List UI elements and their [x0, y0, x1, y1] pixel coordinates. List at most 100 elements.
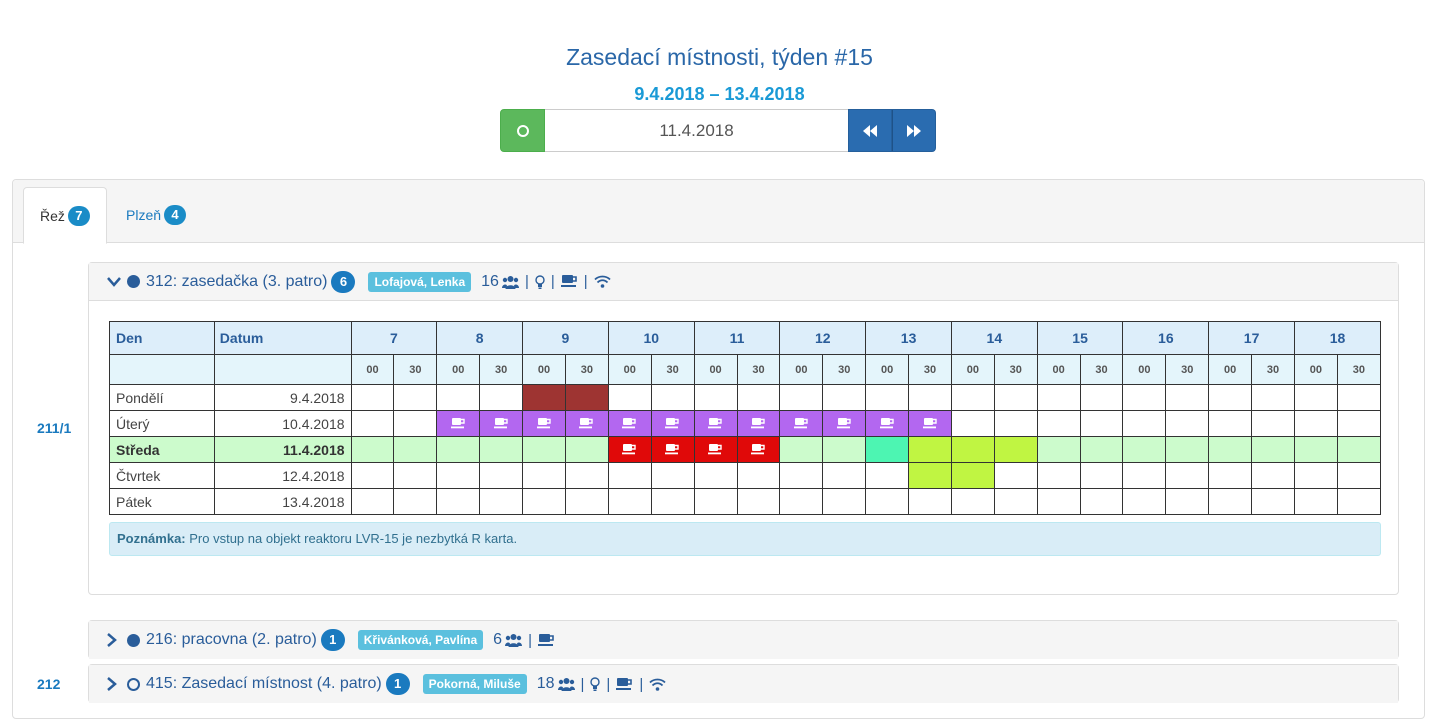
time-slot[interactable] — [393, 488, 438, 515]
time-slot[interactable] — [522, 436, 566, 463]
time-slot[interactable] — [436, 436, 481, 463]
booking-slot[interactable] — [564, 410, 609, 437]
booking-slot[interactable] — [865, 410, 910, 437]
time-slot[interactable] — [1036, 462, 1081, 489]
time-slot[interactable] — [1251, 410, 1295, 437]
time-slot[interactable] — [1165, 462, 1210, 489]
next-week-button[interactable] — [892, 109, 936, 152]
time-slot[interactable] — [1208, 488, 1253, 515]
time-slot[interactable] — [908, 384, 952, 411]
time-slot[interactable] — [1336, 436, 1382, 463]
time-slot[interactable] — [436, 384, 481, 411]
time-slot[interactable] — [1165, 410, 1210, 437]
time-slot[interactable] — [564, 488, 609, 515]
time-slot[interactable] — [1036, 384, 1081, 411]
time-slot[interactable] — [779, 488, 824, 515]
time-slot[interactable] — [1079, 410, 1124, 437]
booking-slot[interactable] — [607, 436, 652, 463]
time-slot[interactable] — [822, 488, 867, 515]
time-slot[interactable] — [736, 384, 781, 411]
time-slot[interactable] — [1251, 436, 1295, 463]
time-slot[interactable] — [865, 462, 910, 489]
time-slot[interactable] — [607, 384, 652, 411]
time-slot[interactable] — [779, 384, 824, 411]
time-slot[interactable] — [1079, 462, 1124, 489]
booking-slot[interactable] — [650, 436, 695, 463]
tab-rez[interactable]: Řež 7 — [23, 187, 107, 244]
booking-slot[interactable] — [822, 410, 867, 437]
room-header[interactable]: 312: zasedačka (3. patro) 6 Lofajová, Le… — [89, 263, 1398, 301]
time-slot[interactable] — [1293, 462, 1338, 489]
time-slot[interactable] — [908, 488, 952, 515]
time-slot[interactable] — [1336, 462, 1382, 489]
time-slot[interactable] — [950, 384, 995, 411]
time-slot[interactable] — [993, 410, 1038, 437]
time-slot[interactable] — [522, 462, 566, 489]
booking-slot[interactable] — [736, 436, 781, 463]
booking-slot[interactable] — [865, 436, 910, 463]
booking-slot[interactable] — [908, 462, 952, 489]
time-slot[interactable] — [693, 488, 738, 515]
time-slot[interactable] — [350, 436, 395, 463]
time-slot[interactable] — [736, 462, 781, 489]
time-slot[interactable] — [1036, 436, 1081, 463]
time-slot[interactable] — [1165, 384, 1210, 411]
booking-slot[interactable] — [607, 410, 652, 437]
booking-slot[interactable] — [950, 462, 995, 489]
time-slot[interactable] — [1122, 436, 1167, 463]
booking-slot[interactable] — [736, 410, 781, 437]
time-slot[interactable] — [436, 462, 481, 489]
previous-week-button[interactable] — [848, 109, 892, 152]
time-slot[interactable] — [822, 436, 867, 463]
booking-slot[interactable] — [564, 384, 609, 411]
time-slot[interactable] — [993, 462, 1038, 489]
time-slot[interactable] — [1336, 384, 1382, 411]
booking-slot[interactable] — [779, 410, 824, 437]
time-slot[interactable] — [479, 384, 524, 411]
time-slot[interactable] — [1122, 384, 1167, 411]
booking-slot[interactable] — [693, 436, 738, 463]
time-slot[interactable] — [607, 488, 652, 515]
booking-slot[interactable] — [522, 410, 566, 437]
time-slot[interactable] — [950, 488, 995, 515]
time-slot[interactable] — [1165, 488, 1210, 515]
time-slot[interactable] — [350, 488, 395, 515]
time-slot[interactable] — [1293, 410, 1338, 437]
time-slot[interactable] — [350, 462, 395, 489]
time-slot[interactable] — [1336, 488, 1382, 515]
time-slot[interactable] — [1251, 384, 1295, 411]
time-slot[interactable] — [1208, 462, 1253, 489]
time-slot[interactable] — [1079, 436, 1124, 463]
time-slot[interactable] — [693, 384, 738, 411]
time-slot[interactable] — [1251, 488, 1295, 515]
time-slot[interactable] — [607, 462, 652, 489]
time-slot[interactable] — [1122, 410, 1167, 437]
time-slot[interactable] — [1293, 436, 1338, 463]
time-slot[interactable] — [1208, 436, 1253, 463]
time-slot[interactable] — [950, 410, 995, 437]
time-slot[interactable] — [1165, 436, 1210, 463]
time-slot[interactable] — [393, 410, 438, 437]
time-slot[interactable] — [1036, 410, 1081, 437]
booking-slot[interactable] — [479, 410, 524, 437]
booking-slot[interactable] — [693, 410, 738, 437]
time-slot[interactable] — [1079, 384, 1124, 411]
time-slot[interactable] — [393, 384, 438, 411]
time-slot[interactable] — [1036, 488, 1081, 515]
booking-slot[interactable] — [436, 410, 481, 437]
time-slot[interactable] — [865, 384, 910, 411]
today-button[interactable] — [500, 109, 545, 152]
time-slot[interactable] — [436, 488, 481, 515]
time-slot[interactable] — [479, 436, 524, 463]
time-slot[interactable] — [822, 462, 867, 489]
time-slot[interactable] — [1079, 488, 1124, 515]
time-slot[interactable] — [1122, 488, 1167, 515]
time-slot[interactable] — [479, 488, 524, 515]
tab-plzen[interactable]: Plzeň 4 — [110, 187, 202, 243]
booking-slot[interactable] — [950, 436, 995, 463]
time-slot[interactable] — [779, 462, 824, 489]
booking-slot[interactable] — [908, 410, 952, 437]
date-input[interactable] — [545, 109, 848, 152]
room-header[interactable]: 415: Zasedací místnost (4. patro) 1 Poko… — [89, 665, 1398, 703]
time-slot[interactable] — [564, 462, 609, 489]
